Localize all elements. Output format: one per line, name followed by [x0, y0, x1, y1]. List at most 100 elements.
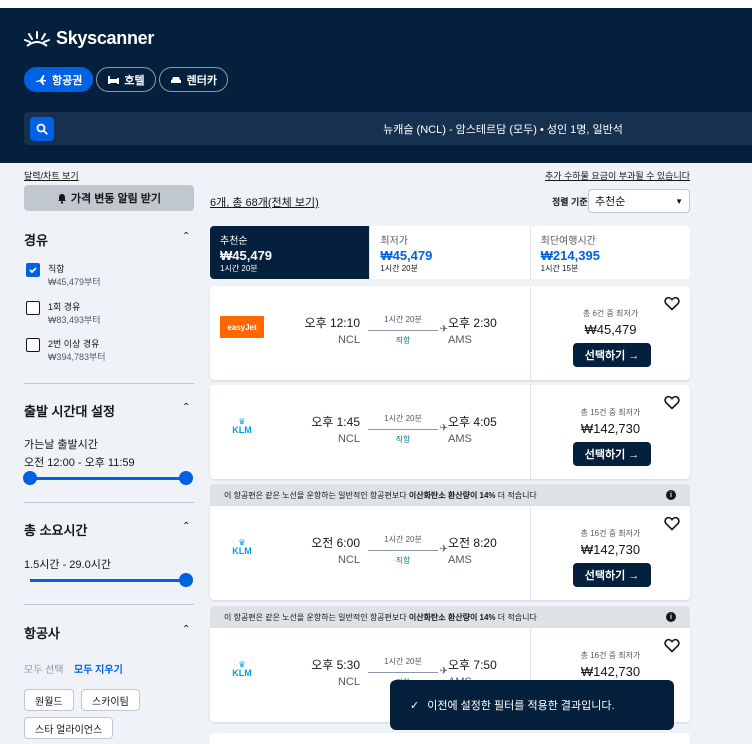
airlines-title: 항공사 [24, 626, 60, 641]
stop-option-one[interactable]: 1회 경유 ₩83,493부터 [26, 301, 101, 327]
airline-name: KLM [232, 546, 252, 556]
duration-range: 1.5시간 - 29.0시간 [24, 559, 111, 571]
departure-slider[interactable] [23, 471, 193, 485]
select-button[interactable]: 선택하기 → [573, 442, 651, 466]
heart-icon[interactable] [664, 516, 680, 531]
car-icon [170, 76, 181, 83]
toast-message: 이전에 설정한 필터를 적용한 결과입니다. [427, 700, 615, 712]
info-icon[interactable]: i [666, 612, 676, 622]
tab-name: 최저가 [380, 236, 408, 247]
duration-text: 1시간 20분 [384, 414, 422, 423]
checkbox[interactable] [26, 301, 40, 315]
arrival-time: 오전 8:20 [448, 536, 497, 550]
nav-hotels[interactable]: 호텔 [96, 67, 156, 92]
tab-best[interactable]: 추천순 ₩45,479 1시간 20분 [210, 226, 371, 279]
tab-price: ₩45,479 [380, 248, 433, 263]
results-count-link[interactable]: 6개, 총 68개(전체 보기) [210, 194, 319, 210]
departure: 오전 6:00 NCL [300, 534, 360, 566]
alliance-tag-star[interactable]: 스타 얼라이언스 [24, 717, 114, 739]
tab-name: 최단여행시간 [540, 236, 596, 247]
departure-airport: NCL [337, 433, 360, 445]
sort-tabs: 추천순 ₩45,479 1시간 20분 최저가 ₩45,479 1시간 20분 … [210, 226, 690, 279]
flight-card[interactable]: ♛ KLM 오후 1:45 NCL 1시간 20분 ✈ 직항 오후 4:05 A… [210, 385, 690, 479]
clear-all-link[interactable]: 모두 지우기 [74, 661, 123, 676]
price-column: 총 16건 중 최저가 ₩142,730 선택하기 → [530, 506, 690, 600]
tab-name: 추천순 [220, 236, 248, 247]
select-button[interactable]: 선택하기 → [573, 343, 651, 367]
departure: 오후 1:45 NCL [300, 413, 360, 445]
select-button[interactable]: 선택하기 → [573, 563, 651, 587]
eco-notice: 이 항공편은 같은 노선을 운항하는 일반적인 항공편보다 이산화탄소 환산량이… [210, 606, 690, 628]
direct-label: 직항 [395, 435, 411, 444]
sort-select[interactable]: 추천순 ▼ [588, 189, 690, 213]
select-all-link[interactable]: 모두 선택 [24, 661, 64, 676]
slider-handle-end[interactable] [179, 471, 193, 485]
heart-icon[interactable] [664, 395, 680, 410]
departure-time: 오후 1:45 [311, 415, 360, 429]
arrival: 오후 2:30 AMS [448, 314, 508, 346]
sort-label: 정렬 기준 [552, 197, 588, 207]
stop-label: 1회 경유 [48, 302, 81, 312]
duration-text: 1시간 20분 [384, 315, 422, 324]
filter-toast: ✓ 이전에 설정한 필터를 적용한 결과입니다. [390, 680, 674, 730]
tab-price: ₩214,395 [540, 248, 600, 263]
sunrise-icon [24, 30, 50, 47]
chevron-up-icon[interactable]: ⌃ [182, 231, 190, 242]
baggage-fee-link[interactable]: 추가 수하물 요금이 부과될 수 있습니다 [545, 169, 690, 182]
plane-icon: ✈ [439, 324, 448, 335]
duration-slider[interactable] [30, 573, 193, 587]
flight-card[interactable]: easyJet 오후 12:10 NCL 1시간 20분 ✈ 직항 오후 2:3… [210, 286, 690, 380]
search-summary-bar[interactable]: 뉴캐슬 (NCL) - 암스테르담 (모두) • 성인 1명, 일반석 [24, 112, 752, 145]
chevron-up-icon[interactable]: ⌃ [182, 521, 190, 532]
search-summary-text: 뉴캐슬 (NCL) - 암스테르담 (모두) • 성인 1명, 일반석 [383, 124, 623, 136]
stop-option-two-plus[interactable]: 2번 이상 경유 ₩394,783부터 [26, 338, 106, 364]
nav-label: 렌터카 [186, 74, 217, 87]
brand-logo[interactable]: Skyscanner [24, 28, 154, 49]
stop-option-direct[interactable]: 직항 ₩45,479부터 [26, 263, 101, 289]
arrival-airport: AMS [448, 334, 472, 346]
heart-icon[interactable] [664, 638, 680, 653]
tab-duration: 1시간 15분 [540, 264, 579, 273]
checkbox[interactable] [26, 338, 40, 352]
departure-title: 출발 시간대 설정 [24, 404, 115, 419]
checkbox-checked[interactable] [26, 263, 40, 277]
arrival-time: 오후 2:30 [448, 316, 497, 330]
airline-logo-klm: ♛ KLM [220, 658, 264, 680]
eco-notice: 이 항공편은 같은 노선을 운항하는 일반적인 항공편보다 이산화탄소 환산량이… [210, 484, 690, 506]
departure-airport: NCL [337, 554, 360, 566]
stop-price: ₩83,493부터 [48, 315, 101, 325]
airline-name: KLM [232, 668, 252, 678]
price: ₩45,479 [584, 322, 637, 337]
info-icon[interactable]: i [666, 490, 676, 500]
alliance-tag-skyteam[interactable]: 스카이팀 [81, 689, 140, 711]
nav-flights[interactable]: 항공권 [24, 67, 94, 92]
caret-down-icon: ▼ [675, 196, 683, 206]
calendar-chart-link[interactable]: 달력/차트 보기 [24, 169, 79, 182]
chevron-up-icon[interactable]: ⌃ [182, 624, 190, 635]
tab-duration: 1시간 20분 [220, 264, 258, 273]
chevron-up-icon[interactable]: ⌃ [182, 402, 190, 413]
route-line: ✈ [368, 544, 448, 555]
flight-card-partial[interactable] [210, 733, 690, 744]
top-strip [0, 0, 752, 8]
tab-price: ₩45,479 [220, 248, 273, 263]
slider-handle-end[interactable] [179, 573, 193, 587]
plane-icon: ✈ [439, 544, 448, 555]
alliance-tag-oneworld[interactable]: 원월드 [24, 689, 74, 711]
nav-car-hire[interactable]: 렌터카 [158, 67, 228, 92]
eco-text: 이 항공편은 같은 노선을 운항하는 일반적인 항공편보다 이산화탄소 환산량이… [224, 612, 537, 622]
departure-airport: NCL [337, 676, 360, 688]
flight-card[interactable]: ♛ KLM 오전 6:00 NCL 1시간 20분 ✈ 직항 오전 8:20 A… [210, 506, 690, 600]
slider-handle-start[interactable] [23, 471, 37, 485]
airline-logo-klm: ♛ KLM [220, 536, 264, 558]
tab-cheapest[interactable]: 최저가 ₩45,479 1시간 20분 [370, 226, 531, 279]
tab-fastest[interactable]: 최단여행시간 ₩214,395 1시간 15분 [531, 226, 690, 279]
route-line: ✈ [368, 666, 448, 677]
price-alert-button[interactable]: 가격 변동 알림 받기 [24, 185, 194, 211]
departure: 오후 12:10 NCL [300, 314, 360, 346]
price-column: 총 15건 중 최저가 ₩142,730 선택하기 → [530, 385, 690, 479]
price-column: 총 6건 중 최저가 ₩45,479 선택하기 → [530, 286, 690, 380]
sort-value: 추천순 [595, 196, 626, 208]
departure-range: 오전 12:00 - 오후 11:59 [24, 457, 135, 469]
heart-icon[interactable] [664, 296, 680, 311]
